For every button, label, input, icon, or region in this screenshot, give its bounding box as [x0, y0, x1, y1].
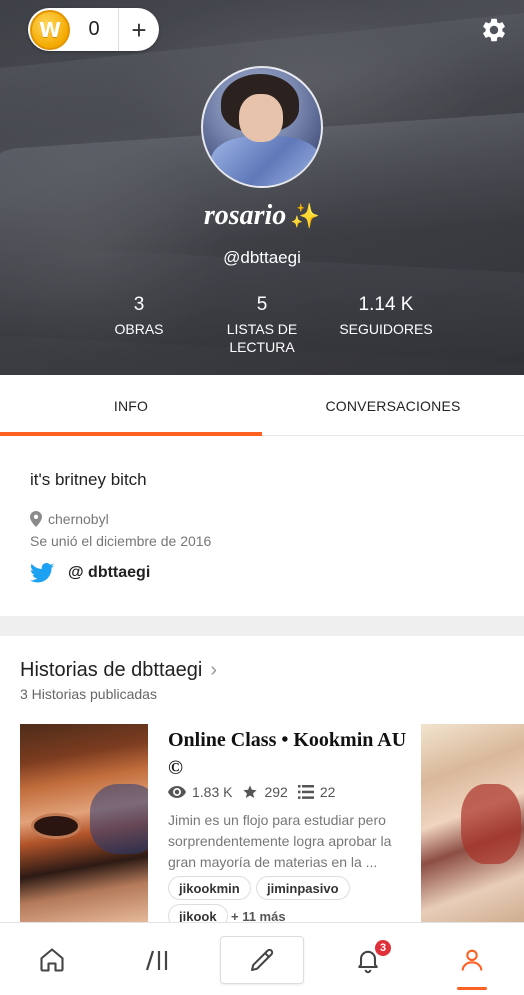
- coin-count: 0: [88, 18, 100, 40]
- location-pin-icon: [30, 511, 42, 527]
- votes-count: 292: [264, 784, 288, 800]
- coin-icon: W: [30, 9, 70, 50]
- story-cover[interactable]: [20, 724, 148, 922]
- profile-header: W 0 + rosario ✨ @dbttaegi 3 OBRAS 5 LISTA…: [0, 0, 524, 375]
- nav-home[interactable]: [20, 923, 84, 995]
- twitter-icon: [30, 563, 54, 583]
- story-title[interactable]: Online Class • Kookmin AU ©: [168, 726, 408, 782]
- nav-library[interactable]: [126, 923, 190, 995]
- bio-text: it's britney bitch: [30, 470, 147, 489]
- location: chernobyl: [30, 511, 109, 527]
- nav-write[interactable]: [220, 936, 304, 984]
- stories-section-title[interactable]: Historias de dbttaegi ›: [20, 659, 217, 682]
- story-stats: 1.83 K 292 22: [168, 784, 345, 800]
- bottom-navigation: 3: [0, 922, 524, 995]
- profile-icon: [461, 949, 483, 971]
- list-icon: [297, 785, 314, 799]
- story-description: Jimin es un flojo para estudiar pero sor…: [168, 812, 392, 870]
- profile-tabs: INFO CONVERSACIONES: [0, 375, 524, 436]
- star-icon: [243, 785, 258, 798]
- coin-wallet[interactable]: W 0 +: [28, 8, 159, 51]
- stat-works[interactable]: 3 OBRAS: [98, 294, 180, 338]
- user-handle: @dbttaegi: [223, 248, 301, 267]
- notification-badge: 3: [374, 939, 392, 957]
- parts-count: 22: [319, 784, 336, 800]
- stories-count: 3 Historias publicadas: [20, 686, 157, 702]
- tag-chip[interactable]: jiminpasivo: [256, 876, 350, 900]
- twitter-link[interactable]: @ dbttaegi: [30, 563, 150, 583]
- gear-icon[interactable]: [480, 16, 508, 44]
- tab-info[interactable]: INFO: [0, 375, 262, 436]
- stat-reading-lists[interactable]: 5 LISTAS DE LECTURA: [212, 294, 312, 356]
- tag-chip[interactable]: jikookmin: [168, 876, 251, 900]
- avatar[interactable]: [201, 66, 323, 188]
- section-divider: [0, 616, 524, 636]
- display-name: rosario ✨: [203, 200, 321, 231]
- story-cover[interactable]: [421, 724, 524, 922]
- chevron-right-icon: ›: [210, 659, 217, 681]
- tab-conversations[interactable]: CONVERSACIONES: [262, 375, 524, 436]
- library-icon: [145, 950, 168, 970]
- nav-profile[interactable]: [440, 923, 504, 995]
- home-icon: [40, 947, 64, 972]
- active-nav-indicator: [457, 987, 487, 990]
- pencil-icon: [251, 948, 274, 971]
- reads-count: 1.83 K: [192, 784, 233, 800]
- stat-followers[interactable]: 1.14 K SEGUIDORES: [336, 294, 436, 338]
- eye-icon: [168, 786, 186, 798]
- buy-coins-button[interactable]: +: [119, 10, 159, 50]
- sparkles-icon: ✨: [290, 204, 321, 230]
- nav-notifications[interactable]: [336, 923, 400, 995]
- join-date: Se unió el diciembre de 2016: [30, 533, 212, 549]
